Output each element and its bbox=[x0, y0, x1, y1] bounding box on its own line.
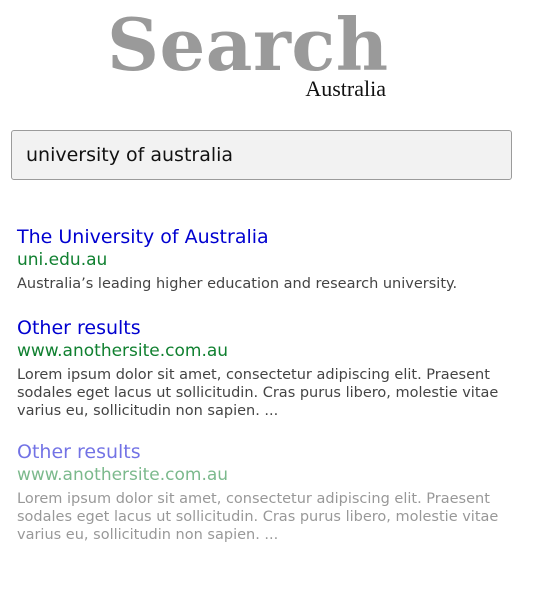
result-description: Lorem ipsum dolor sit amet, consectetur … bbox=[17, 491, 499, 543]
search-result: The University of Australia uni.edu.au A… bbox=[17, 225, 517, 293]
search-result: Other results www.anothersite.com.au Lor… bbox=[17, 440, 517, 544]
search-box[interactable] bbox=[11, 130, 512, 180]
result-url[interactable]: uni.edu.au bbox=[17, 249, 517, 271]
result-title-link[interactable]: The University of Australia bbox=[17, 225, 517, 249]
logo-subtitle: Australia bbox=[305, 76, 386, 101]
result-url[interactable]: www.anothersite.com.au bbox=[17, 340, 517, 362]
search-input[interactable] bbox=[12, 131, 511, 179]
result-title-link[interactable]: Other results bbox=[17, 440, 517, 464]
result-url[interactable]: www.anothersite.com.au bbox=[17, 464, 517, 486]
search-result: Other results www.anothersite.com.au Lor… bbox=[17, 316, 517, 420]
result-description: Lorem ipsum dolor sit amet, consectetur … bbox=[17, 367, 499, 419]
result-description: Australia’s leading higher education and… bbox=[17, 276, 458, 292]
site-logo[interactable]: Search Australia bbox=[107, 2, 392, 102]
result-title-link[interactable]: Other results bbox=[17, 316, 517, 340]
